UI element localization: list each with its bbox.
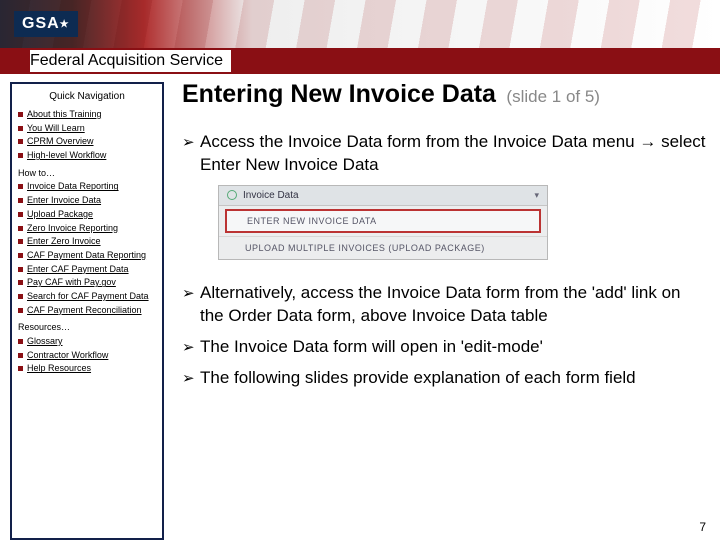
bullet-icon — [18, 339, 23, 344]
bullet-item: ➢Alternatively, access the Invoice Data … — [182, 282, 706, 328]
bullet-icon — [18, 112, 23, 117]
bullet-icon — [18, 239, 23, 244]
slide-indicator: (slide 1 of 5) — [506, 87, 600, 106]
bullet-icon — [18, 308, 23, 313]
bullet-icon — [18, 139, 23, 144]
bullet-icon — [18, 226, 23, 231]
arrow-icon: → — [639, 132, 656, 151]
sidebar-group-resources: Glossary Contractor Workflow Help Resour… — [18, 336, 156, 375]
sidebar-item[interactable]: CPRM Overview — [18, 136, 156, 148]
bullet-icon — [18, 198, 23, 203]
gsa-logo: GSA★ — [14, 11, 78, 37]
sidebar-item[interactable]: CAF Payment Reconciliation — [18, 305, 156, 317]
bullet-icon — [18, 126, 23, 131]
sidebar-item[interactable]: Glossary — [18, 336, 156, 348]
bullet-icon — [18, 366, 23, 371]
chevron-icon: ➢ — [182, 284, 200, 328]
bullet-icon — [18, 267, 23, 272]
sidebar-item[interactable]: Pay CAF with Pay.gov — [18, 277, 156, 289]
sidebar-item[interactable]: Zero Invoice Reporting — [18, 223, 156, 235]
sidebar-group-intro: About this Training You Will Learn CPRM … — [18, 109, 156, 162]
menu-tab-label: Invoice Data — [243, 190, 299, 201]
menu-item-selected: Enter New Invoice Data — [225, 209, 541, 233]
sidebar-item[interactable]: High-level Workflow — [18, 150, 156, 162]
chevron-down-icon: ▾ — [534, 190, 539, 201]
slide-title: Entering New Invoice Data — [182, 80, 496, 108]
sidebar-item[interactable]: Contractor Workflow — [18, 350, 156, 362]
quick-navigation: Quick Navigation About this Training You… — [10, 82, 164, 540]
chevron-icon: ➢ — [182, 133, 200, 177]
bullet-icon — [18, 153, 23, 158]
slide-content: Entering New Invoice Data (slide 1 of 5)… — [164, 74, 720, 540]
sidebar-label-howto: How to… — [18, 168, 156, 180]
menu-screenshot: Invoice Data ▾ Enter New Invoice Data Up… — [218, 185, 548, 260]
sidebar-label-resources: Resources… — [18, 322, 156, 334]
bullet-item: ➢The Invoice Data form will open in 'edi… — [182, 336, 706, 359]
sidebar-item[interactable]: Enter Invoice Data — [18, 195, 156, 207]
bullet-icon — [18, 253, 23, 258]
bullet-list-2: ➢Alternatively, access the Invoice Data … — [182, 282, 706, 390]
menu-item: Upload Multiple Invoices (Upload Package… — [219, 236, 547, 259]
fas-title-bar: Federal Acquisition Service — [0, 48, 720, 74]
sidebar-item[interactable]: Enter CAF Payment Data — [18, 264, 156, 276]
bullet-icon — [18, 280, 23, 285]
circle-icon — [227, 190, 237, 200]
sidebar-group-howto: Invoice Data Reporting Enter Invoice Dat… — [18, 181, 156, 316]
sidebar-item[interactable]: You Will Learn — [18, 123, 156, 135]
sidebar-item[interactable]: CAF Payment Data Reporting — [18, 250, 156, 262]
sidebar-item[interactable]: Help Resources — [18, 363, 156, 375]
bullet-list: ➢ Access the Invoice Data form from the … — [182, 131, 706, 177]
sidebar-item[interactable]: Search for CAF Payment Data — [18, 291, 156, 303]
fas-title: Federal Acquisition Service — [30, 50, 227, 71]
page-number: 7 — [699, 520, 706, 534]
bullet-icon — [18, 212, 23, 217]
star-icon: ★ — [60, 19, 70, 30]
sidebar-item[interactable]: Invoice Data Reporting — [18, 181, 156, 193]
bullet-icon — [18, 353, 23, 358]
bullet-icon — [18, 184, 23, 189]
sidebar-item[interactable]: Enter Zero Invoice — [18, 236, 156, 248]
chevron-icon: ➢ — [182, 369, 200, 390]
flag-banner: GSA★ — [0, 0, 720, 48]
bullet-item: ➢ Access the Invoice Data form from the … — [182, 131, 706, 177]
bullet-item: ➢The following slides provide explanatio… — [182, 367, 706, 390]
bullet-icon — [18, 294, 23, 299]
sidebar-item[interactable]: Upload Package — [18, 209, 156, 221]
menu-tab: Invoice Data ▾ — [219, 186, 547, 206]
chevron-icon: ➢ — [182, 338, 200, 359]
sidebar-heading: Quick Navigation — [18, 90, 156, 103]
sidebar-item[interactable]: About this Training — [18, 109, 156, 121]
